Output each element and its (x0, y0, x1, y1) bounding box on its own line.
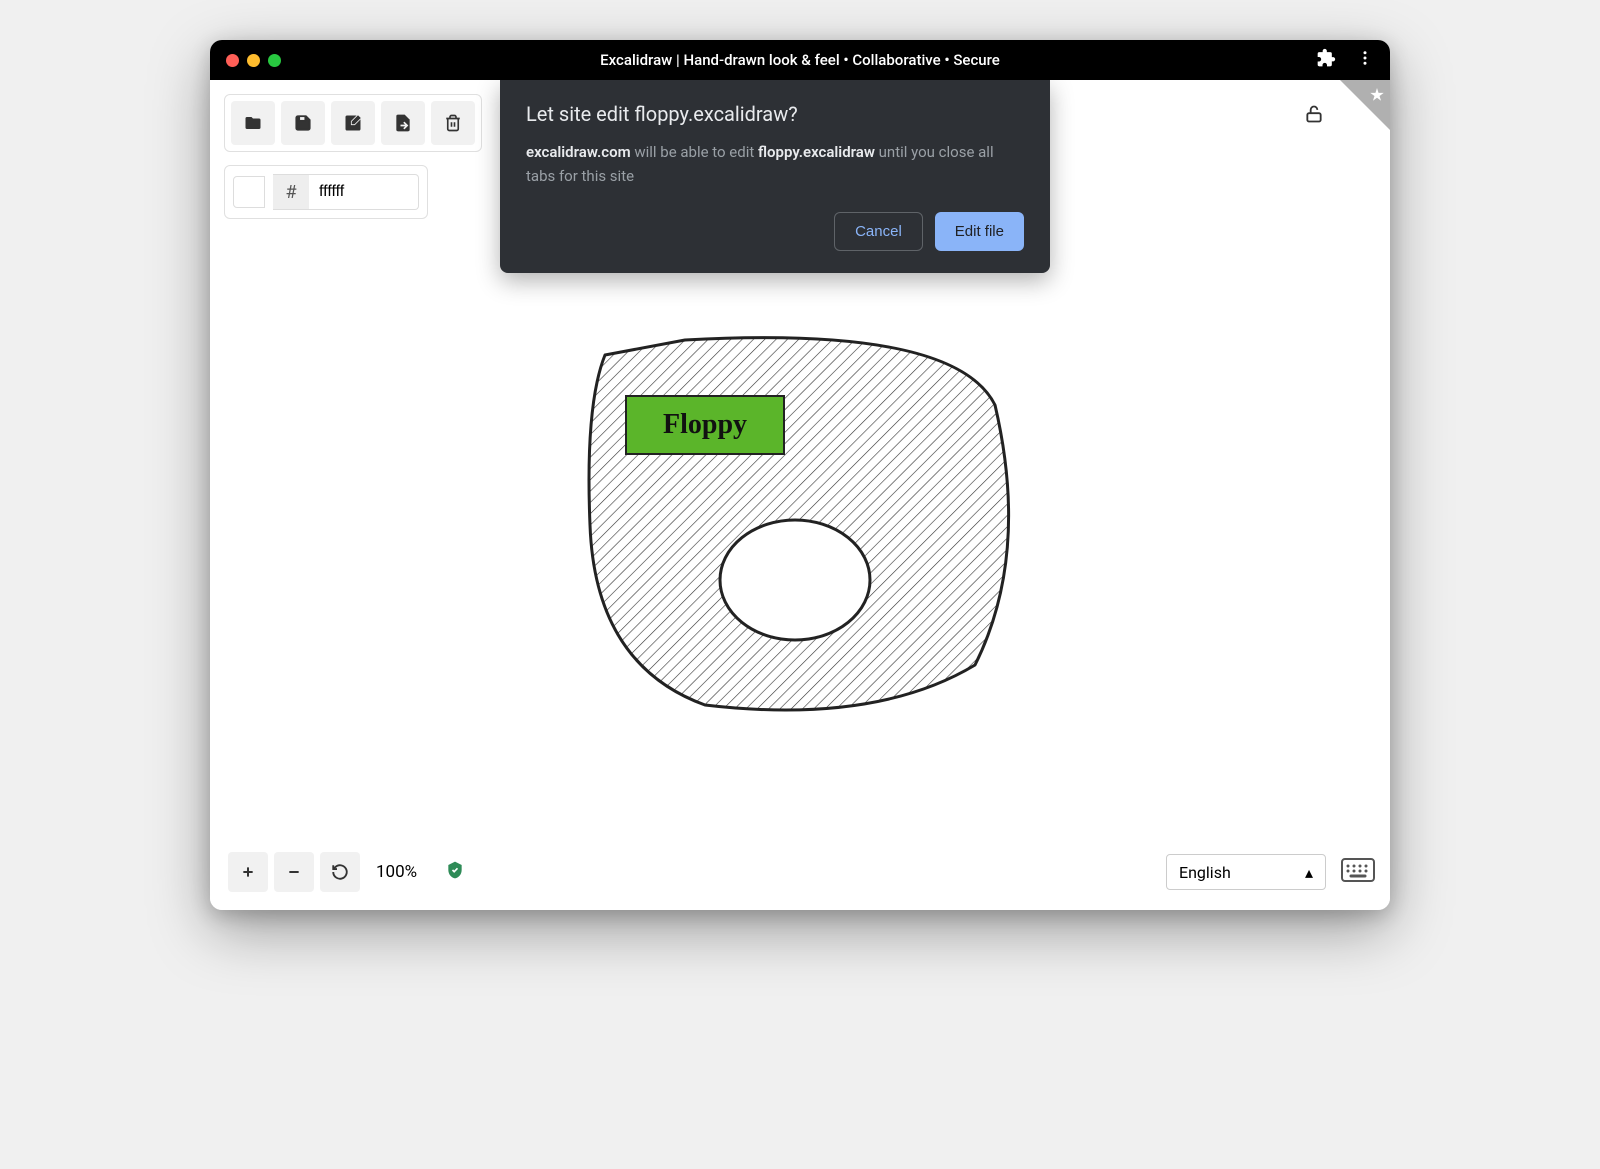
zoom-out-button[interactable] (274, 852, 314, 892)
save-button[interactable] (281, 101, 325, 145)
floppy-label: Floppy (625, 395, 785, 455)
edit-file-button[interactable]: Edit file (935, 212, 1024, 251)
color-hex-input[interactable] (309, 174, 419, 210)
color-panel: # (224, 165, 428, 219)
dialog-filename: floppy.excalidraw (758, 143, 875, 161)
maximize-window-button[interactable] (268, 54, 281, 67)
titlebar: Excalidraw | Hand-drawn look & feel • Co… (210, 40, 1390, 80)
zoom-in-button[interactable] (228, 852, 268, 892)
floppy-drawing: Floppy (575, 325, 1025, 725)
dialog-body: excalidraw.com will be able to edit flop… (526, 140, 1024, 188)
language-select[interactable]: English ▴ (1166, 854, 1326, 890)
zoom-reset-button[interactable] (320, 852, 360, 892)
chevron-up-icon: ▴ (1305, 863, 1313, 882)
dialog-title: Let site edit floppy.excalidraw? (526, 102, 1024, 126)
zoom-controls: 100% (224, 848, 431, 896)
language-value: English (1179, 863, 1231, 882)
permission-dialog: Let site edit floppy.excalidraw? excalid… (500, 80, 1050, 273)
zoom-level[interactable]: 100% (366, 862, 427, 882)
browser-window: Excalidraw | Hand-drawn look & feel • Co… (210, 40, 1390, 910)
delete-button[interactable] (431, 101, 475, 145)
corner-fold-icon[interactable] (1340, 80, 1390, 130)
export-button[interactable] (381, 101, 425, 145)
bottom-bar: 100% English ▴ (224, 848, 1376, 896)
keyboard-icon[interactable] (1340, 857, 1376, 887)
dialog-domain: excalidraw.com (526, 143, 631, 161)
window-controls (226, 54, 281, 67)
close-window-button[interactable] (226, 54, 239, 67)
lock-unlock-icon[interactable] (1304, 104, 1324, 128)
color-swatch[interactable] (233, 176, 265, 208)
menu-icon[interactable] (1356, 49, 1374, 71)
hash-label: # (273, 174, 309, 210)
shield-icon[interactable] (445, 859, 465, 885)
minimize-window-button[interactable] (247, 54, 260, 67)
save-as-button[interactable] (331, 101, 375, 145)
app-content: # Let site edit floppy.excalidraw? excal… (210, 80, 1390, 910)
open-button[interactable] (231, 101, 275, 145)
main-toolbar (224, 94, 482, 152)
extensions-icon[interactable] (1316, 48, 1336, 72)
window-title: Excalidraw | Hand-drawn look & feel • Co… (600, 51, 1000, 69)
cancel-button[interactable]: Cancel (834, 212, 923, 251)
